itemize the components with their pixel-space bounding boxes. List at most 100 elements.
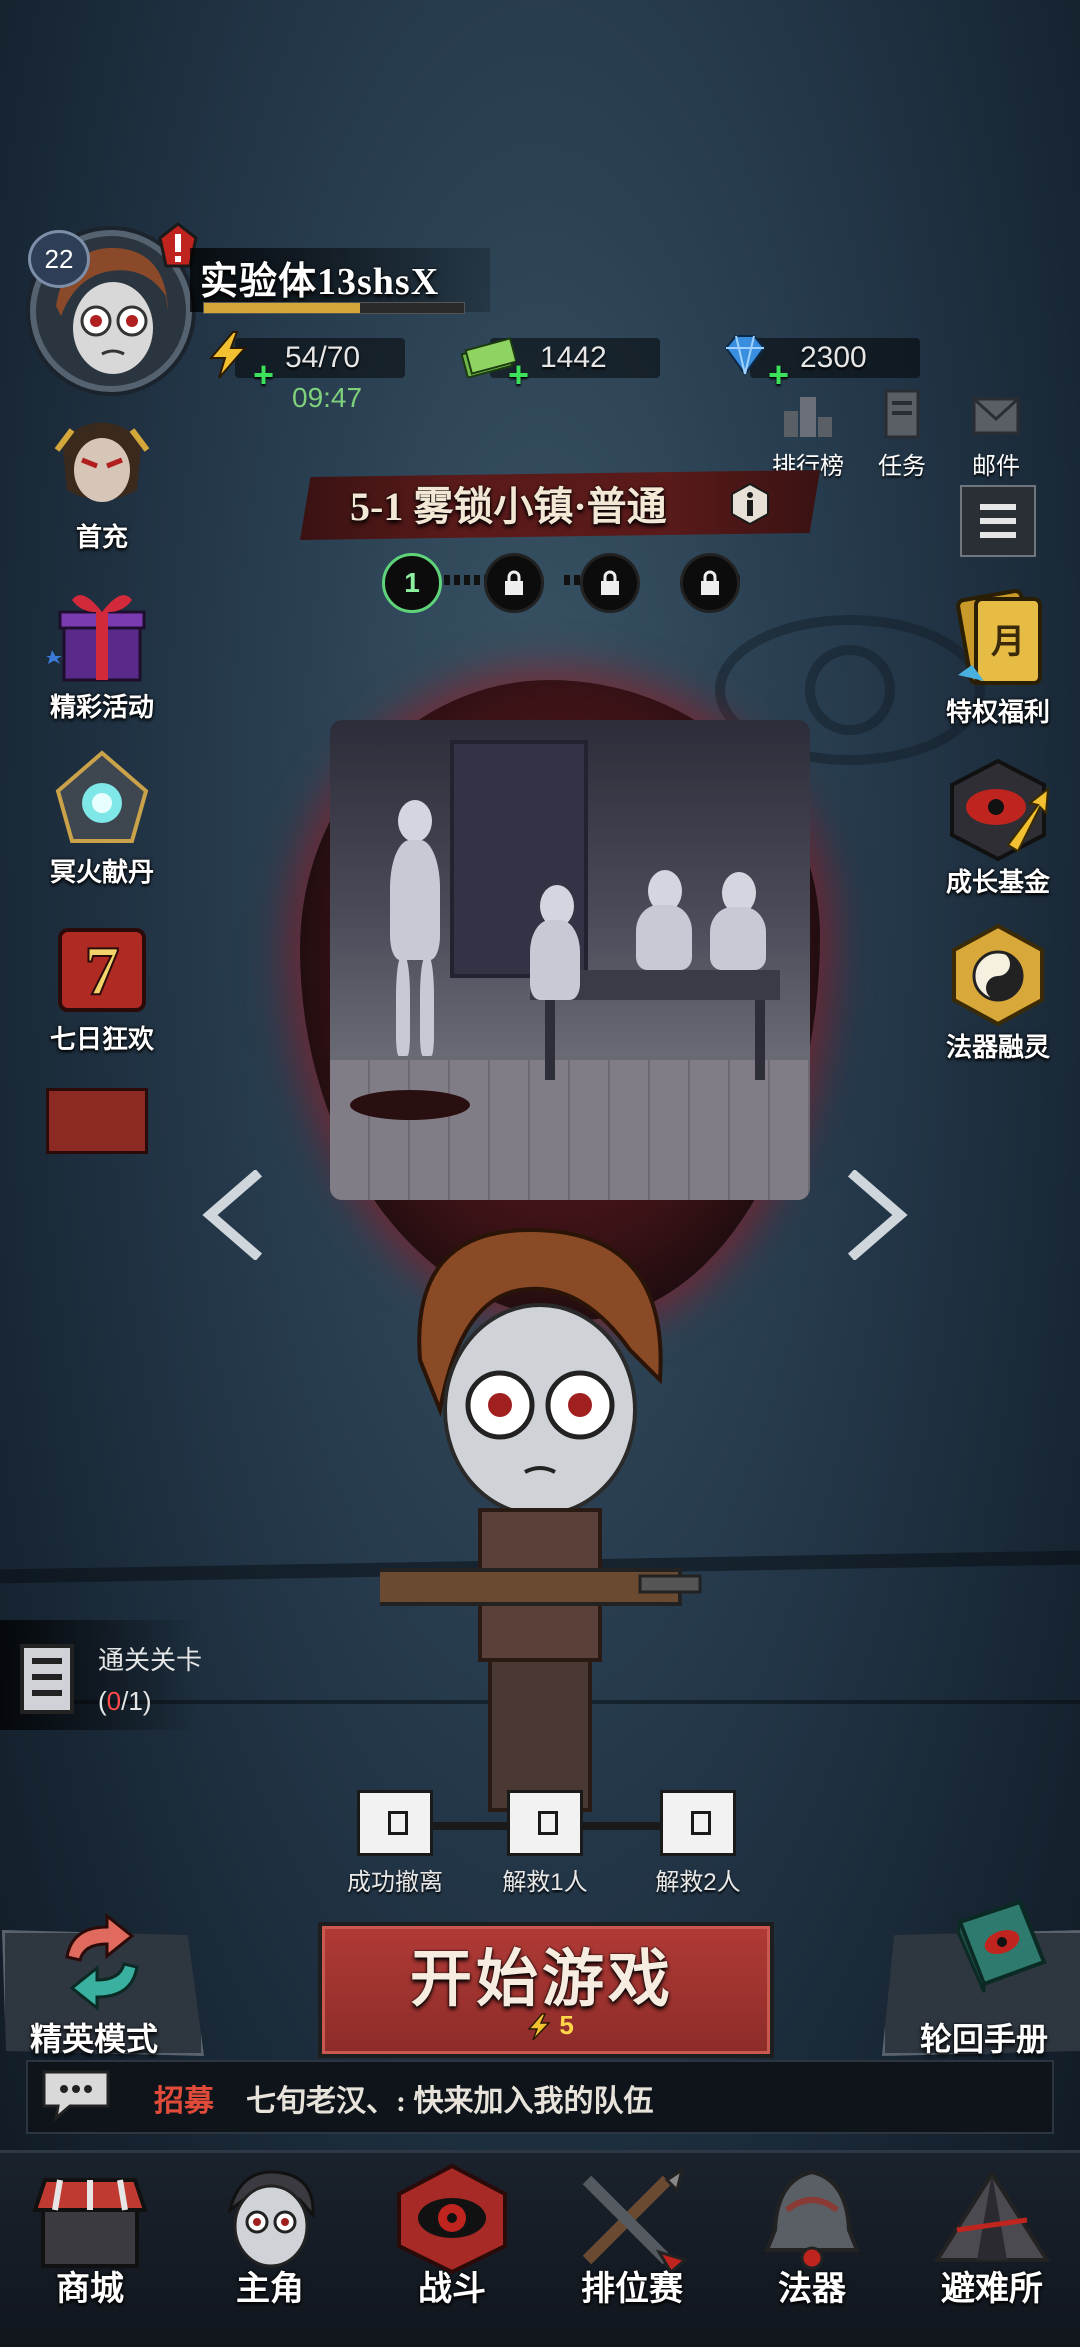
chat-bubble-icon[interactable] <box>30 2066 122 2124</box>
nav-battle-label: 战斗 <box>418 2271 486 2308</box>
nav-hero-label: 主角 <box>236 2271 304 2308</box>
growth-fund-icon <box>950 758 1050 862</box>
clear-stage-label: 通关关卡 <box>98 1645 203 1675</box>
stage-title: 5-1 雾锁小镇·普通 <box>350 484 667 529</box>
svg-text:月: 月 <box>991 622 1025 662</box>
svg-text:7: 7 <box>85 933 120 1010</box>
lock-icon <box>601 570 619 595</box>
chest-icon <box>507 1790 583 1856</box>
reward-chest-evacuate[interactable]: 成功撤离 <box>325 1790 465 1897</box>
standing-mannequin <box>390 840 440 960</box>
tasks-button[interactable]: 任务 <box>862 385 942 481</box>
nav-battle[interactable]: 战斗 <box>372 2160 532 2310</box>
first-charge-character-icon <box>54 422 150 502</box>
stage-step-1[interactable]: 1 <box>382 553 442 613</box>
stamina-value: 54/70 <box>285 341 361 374</box>
reward-chest-label: 解救2人 <box>655 1869 741 1896</box>
seven-day-button[interactable]: 7 七日狂欢 <box>32 912 172 1056</box>
stamina-timer: 09:47 <box>292 382 363 413</box>
gift-box-icon <box>46 595 146 682</box>
start-cost: 5 <box>500 2010 600 2041</box>
nav-shop-label: 商城 <box>56 2271 124 2308</box>
lock-icon <box>701 570 719 595</box>
reward-chest-rescue-2[interactable]: 解救2人 <box>628 1790 768 1897</box>
prev-stage-arrow-icon[interactable] <box>200 1170 270 1260</box>
nav-shelter[interactable]: 避难所 <box>912 2160 1072 2310</box>
more-events-icon[interactable] <box>46 1088 148 1154</box>
player-character <box>380 1227 702 1812</box>
privilege-card-icon: 月 <box>956 589 1042 685</box>
mail-label: 邮件 <box>972 453 1020 480</box>
gem-value: 2300 <box>800 341 867 374</box>
reward-chest-rescue-1[interactable]: 解救1人 <box>475 1790 615 1897</box>
nav-hero[interactable]: 主角 <box>190 2160 350 2310</box>
stamina-resource[interactable]: + 54/70 <box>205 330 405 395</box>
offering-button[interactable]: 冥火献丹 <box>32 745 172 889</box>
stage-step-3[interactable] <box>580 553 640 613</box>
chest-icon <box>357 1790 433 1856</box>
privilege-label: 特权福利 <box>945 697 1050 727</box>
first-charge-button[interactable]: 首充 <box>32 410 172 554</box>
offering-label: 冥火献丹 <box>49 857 154 887</box>
stage-preview-scene <box>330 720 810 1200</box>
seven-day-icon: 7 <box>58 928 146 1012</box>
stage-step-4[interactable] <box>680 553 740 613</box>
ranking-button[interactable]: 排行榜 <box>768 385 848 481</box>
lightning-icon <box>208 331 248 379</box>
nav-ranked-label: 排位赛 <box>581 2271 683 2308</box>
scroll-task-icon <box>884 389 920 439</box>
nav-shelter-label: 避难所 <box>941 2271 1043 2308</box>
seven-day-label: 七日狂欢 <box>49 1024 154 1054</box>
yin-yang-artifact-icon <box>952 923 1044 1027</box>
nav-ranked[interactable]: 排位赛 <box>552 2160 712 2310</box>
lock-icon <box>505 570 523 595</box>
add-stamina-icon[interactable]: + <box>253 354 274 396</box>
tasks-label: 任务 <box>878 453 926 480</box>
ghost-fire-pill-icon <box>55 750 149 843</box>
events-label: 精彩活动 <box>49 692 154 722</box>
clear-stage-count: (0/1) <box>98 1686 152 1716</box>
mail-icon <box>972 397 1020 435</box>
nav-shop[interactable]: 商城 <box>10 2160 170 2310</box>
artifact-fusion-label: 法器融灵 <box>945 1032 1050 1062</box>
reward-chest-label: 解救1人 <box>502 1869 588 1896</box>
cash-resource[interactable]: + 1442 <box>460 330 660 395</box>
stage-info-icon[interactable] <box>728 482 772 526</box>
events-button[interactable]: 精彩活动 <box>32 580 172 724</box>
chat-channel: 招募 <box>154 2085 214 2118</box>
add-cash-icon[interactable]: + <box>508 354 529 396</box>
seated-mannequin <box>710 907 766 970</box>
next-stage-arrow-icon[interactable] <box>840 1170 910 1260</box>
checkpoint-icon <box>20 1644 74 1714</box>
stage-step-2[interactable] <box>484 553 544 613</box>
xp-progress-bar <box>203 302 465 314</box>
cash-value: 1442 <box>540 341 607 374</box>
handbook-label: 轮回手册 <box>920 2021 1049 2057</box>
hamburger-menu-button[interactable] <box>960 485 1036 557</box>
chest-icon <box>660 1790 736 1856</box>
privilege-button[interactable]: 月 特权福利 <box>928 585 1068 729</box>
artifact-fusion-button[interactable]: 法器融灵 <box>928 920 1068 1064</box>
nav-artifact-label: 法器 <box>778 2271 846 2308</box>
player-name: 实验体13shsX <box>200 261 440 303</box>
seated-mannequin <box>530 920 580 1000</box>
game-screen: 22 实验体13shsX + 54/70 09:47 + 1442 + 2300… <box>0 0 1080 2347</box>
elite-mode-label: 精英模式 <box>30 2021 159 2057</box>
xp-progress-fill <box>204 303 360 313</box>
start-game-label: 开始游戏 <box>409 1946 674 2014</box>
growth-fund-button[interactable]: 成长基金 <box>928 755 1068 899</box>
player-level-badge: 22 <box>28 230 90 288</box>
diamond-icon <box>724 335 766 376</box>
chat-message: 七旬老汉、: 快来加入我的队伍 <box>246 2085 654 2118</box>
handbook-book-icon <box>956 1899 1047 1993</box>
gem-resource[interactable]: + 2300 <box>720 330 920 395</box>
seated-mannequin <box>636 905 692 970</box>
lightning-icon <box>527 2013 551 2041</box>
swap-arrows-icon <box>65 1912 139 2012</box>
mail-button[interactable]: 邮件 <box>956 385 1036 481</box>
growth-fund-label: 成长基金 <box>945 867 1050 897</box>
blood-stain <box>350 1090 470 1120</box>
reward-chest-label: 成功撤离 <box>347 1869 443 1896</box>
ranking-icon <box>784 397 832 437</box>
nav-artifact[interactable]: 法器 <box>732 2160 892 2310</box>
